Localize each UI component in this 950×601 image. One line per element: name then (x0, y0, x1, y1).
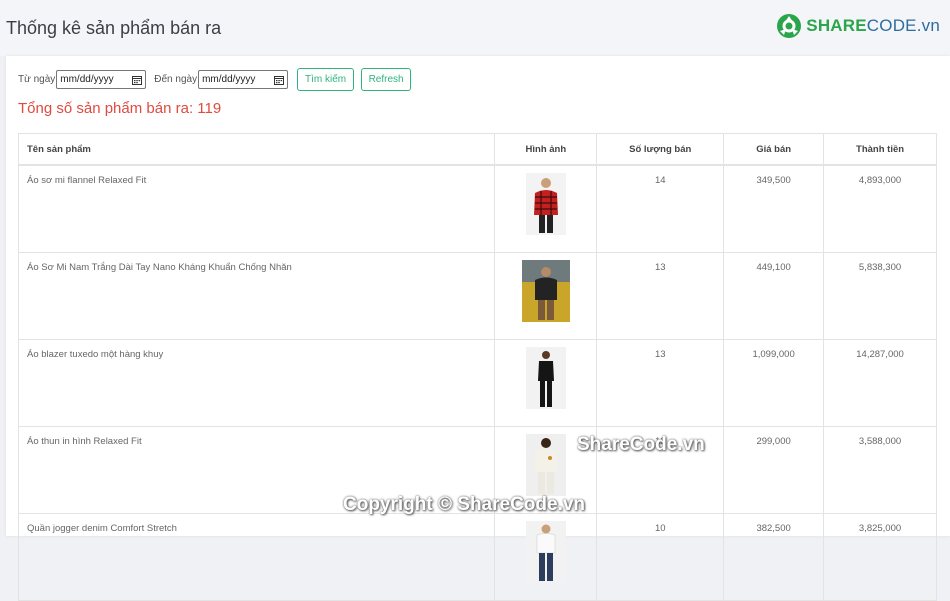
watermark-copyright: Copyright © ShareCode.vn (343, 494, 586, 515)
from-date-placeholder: mm/dd/yyyy (60, 74, 114, 85)
to-date-label: Đến ngày (154, 74, 198, 85)
logo-share-text: SHARE (806, 16, 867, 35)
product-image[interactable] (525, 434, 566, 496)
product-image[interactable] (525, 347, 566, 409)
logo-code-text: CODE.vn (866, 16, 940, 35)
table-row: Quần jogger denim Comfort Stretch 10 382… (17, 513, 937, 601)
date-filter: Từ ngày mm/dd/yyyy Đến ngày mm/dd/yyyy T… (18, 68, 412, 91)
column-header-qty[interactable]: Số lượng bán (596, 133, 725, 166)
product-image[interactable] (521, 260, 570, 322)
to-date-placeholder: mm/dd/yyyy (202, 74, 256, 85)
to-date-input[interactable]: mm/dd/yyyy (198, 70, 289, 89)
calendar-icon[interactable] (274, 75, 285, 85)
unit-price: 382,500 (723, 513, 825, 601)
line-total: 14,287,000 (823, 339, 937, 427)
product-name: Áo sơ mi flannel Relaxed Fit (17, 164, 496, 253)
table-header-row: Tên sản phẩm Hình ảnh Số lượng bán Giá b… (17, 133, 937, 166)
page-title: Thống kê sản phẩm bán ra (6, 18, 222, 38)
table-row: Áo Sơ Mi Nam Trắng Dài Tay Nano Kháng Kh… (17, 252, 937, 340)
product-name: Áo blazer tuxedo một hàng khuy (17, 339, 496, 427)
from-date-label: Từ ngày (18, 74, 56, 85)
line-total: 3,825,000 (823, 513, 937, 601)
unit-price: 299,000 (723, 426, 825, 514)
calendar-icon[interactable] (132, 75, 143, 85)
from-date-input[interactable]: mm/dd/yyyy (56, 70, 147, 89)
sharecode-logo-icon (777, 14, 802, 38)
column-header-image[interactable]: Hình ảnh (494, 133, 598, 166)
column-header-name[interactable]: Tên sản phẩm (17, 133, 496, 166)
product-image[interactable] (525, 521, 566, 583)
line-total: 4,893,000 (823, 164, 937, 253)
top-bar: Thống kê sản phẩm bán ra SHARECODE.vn (0, 0, 950, 56)
table-row: Áo sơ mi flannel Relaxed Fit 14 349,500 … (17, 164, 937, 253)
product-image[interactable] (525, 173, 566, 235)
table-row: Áo blazer tuxedo một hàng khuy 13 1,099,… (17, 339, 937, 427)
qty-sold: 13 (596, 339, 725, 427)
line-total: 5,838,300 (823, 252, 937, 340)
report-card: Từ ngày mm/dd/yyyy Đến ngày mm/dd/yyyy T… (6, 56, 950, 601)
line-total: 3,588,000 (823, 426, 937, 514)
product-name: Quần jogger denim Comfort Stretch (17, 513, 496, 601)
column-header-total[interactable]: Thành tiền (823, 133, 937, 166)
total-sold-text: Tổng số sản phẩm bán ra: 119 (18, 100, 222, 117)
column-header-price[interactable]: Giá bán (723, 133, 825, 166)
qty-sold: 14 (596, 164, 725, 253)
qty-sold: 10 (596, 513, 725, 601)
refresh-button[interactable]: Refresh (361, 68, 412, 91)
sharecode-logo[interactable]: SHARECODE.vn (775, 11, 940, 41)
watermark-sharecode: ShareCode.vn (577, 434, 705, 455)
product-name: Áo Sơ Mi Nam Trắng Dài Tay Nano Kháng Kh… (17, 252, 496, 340)
unit-price: 349,500 (723, 164, 825, 253)
unit-price: 1,099,000 (723, 339, 825, 427)
qty-sold: 13 (596, 252, 725, 340)
search-button[interactable]: Tìm kiếm (297, 68, 355, 91)
unit-price: 449,100 (723, 252, 825, 340)
logo-text: SHARECODE.vn (806, 16, 940, 36)
